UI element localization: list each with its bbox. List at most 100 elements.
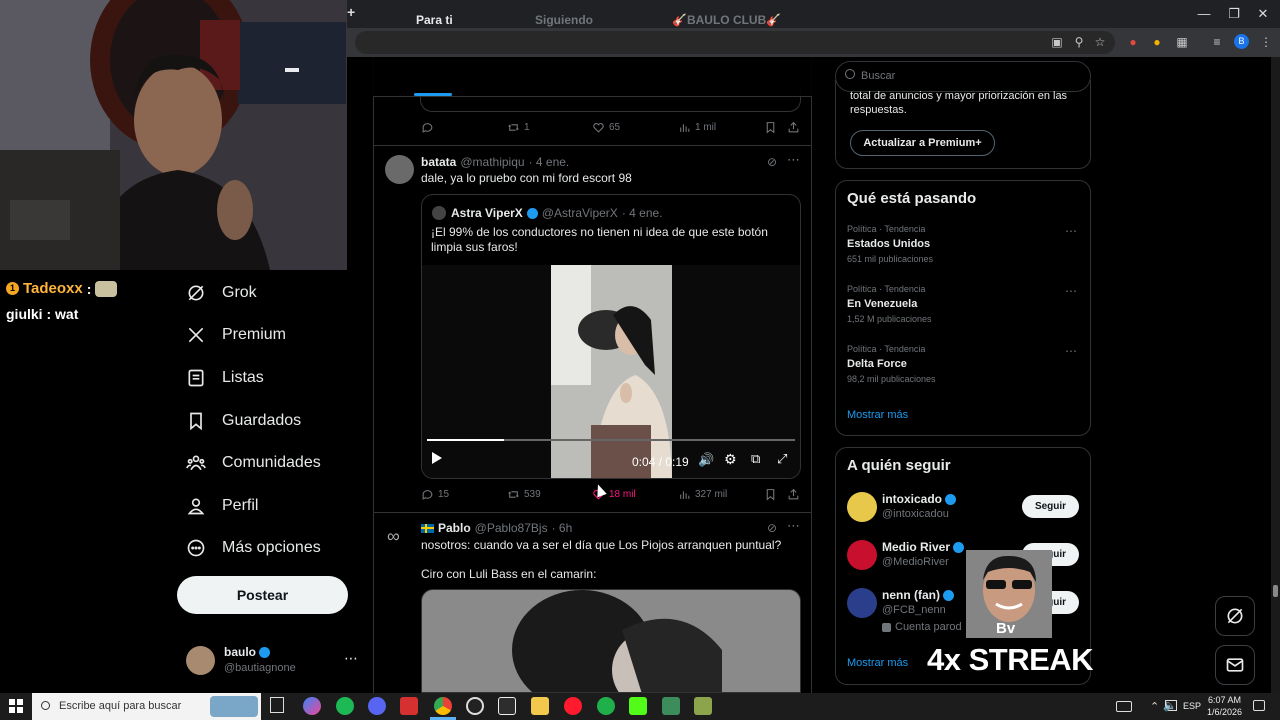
notifications-icon[interactable]: [1253, 700, 1265, 711]
post-time[interactable]: · 6h: [552, 521, 573, 535]
keyboard-icon[interactable]: [1116, 701, 1132, 712]
trend-item[interactable]: Política · Tendencia Estados Unidos 651 …: [847, 224, 1081, 270]
extensions-puzzle-icon[interactable]: ▦: [1174, 34, 1190, 50]
volume-icon[interactable]: 🔊: [698, 452, 714, 468]
upgrade-premium-button[interactable]: Actualizar a Premium+: [850, 130, 995, 156]
windows-start-icon[interactable]: [9, 699, 23, 713]
zoom-icon[interactable]: ⚲: [1071, 34, 1087, 50]
opera-icon[interactable]: [564, 697, 582, 715]
author-name[interactable]: batata: [421, 155, 456, 169]
nav-guardados[interactable]: Guardados: [186, 401, 301, 441]
volume-icon[interactable]: 🔈: [1163, 699, 1177, 712]
clock-date[interactable]: 1/6/2026: [1207, 707, 1242, 717]
follow-suggestion[interactable]: intoxicado @intoxicadou Seguir: [847, 491, 1081, 525]
trend-item[interactable]: Política · Tendencia Delta Force 98,2 mi…: [847, 344, 1081, 390]
verified-badge-icon: [259, 646, 270, 658]
copilot-icon[interactable]: [303, 697, 321, 715]
tab-para-ti[interactable]: Para ti: [416, 13, 453, 27]
like-button[interactable]: 65: [592, 121, 620, 134]
app-stack-icon[interactable]: [662, 697, 680, 715]
file-explorer-icon[interactable]: [531, 697, 549, 715]
post-media[interactable]: [421, 589, 801, 693]
grok-floating-button[interactable]: [1215, 596, 1255, 636]
more-dots-icon[interactable]: ⋯: [1065, 224, 1077, 238]
nav-listas[interactable]: Listas: [186, 358, 264, 398]
page-scrollbar[interactable]: [1271, 57, 1280, 693]
spotify-icon[interactable]: [336, 697, 354, 715]
post-button[interactable]: Postear: [177, 576, 348, 614]
show-more-link[interactable]: Mostrar más: [847, 657, 908, 669]
quoted-post[interactable]: Astra ViperX @AstraViperX · 4 ene. ¡El 9…: [421, 194, 801, 479]
kick-icon[interactable]: [629, 697, 647, 715]
tab-baulo-club[interactable]: 🎸BAULO CLUB🎸: [672, 13, 781, 27]
messages-floating-button[interactable]: [1215, 645, 1255, 685]
share-button[interactable]: [787, 488, 800, 501]
repost-button[interactable]: 1: [507, 121, 530, 134]
reply-button[interactable]: 15: [421, 488, 449, 501]
app-olive-icon[interactable]: [694, 697, 712, 715]
reply-button[interactable]: [421, 121, 434, 134]
taskbar-search[interactable]: Escribe aquí para buscar: [32, 693, 261, 720]
video-player[interactable]: 0:04 / 0:19 🔊 ⚙ ⧉ ⤢: [422, 265, 800, 478]
reading-list-icon[interactable]: ≡: [1209, 34, 1225, 50]
nav-mas-opciones[interactable]: Más opciones: [186, 528, 321, 568]
clock-time[interactable]: 6:07 AM: [1208, 695, 1241, 705]
app-dark-icon[interactable]: [498, 697, 516, 715]
chrome-menu-icon[interactable]: ⋮: [1258, 34, 1274, 50]
views-button[interactable]: 327 mil: [678, 488, 727, 501]
views-button[interactable]: 1 mil: [678, 121, 716, 134]
task-view-icon[interactable]: [270, 697, 284, 713]
more-dots-icon[interactable]: ⋯: [344, 650, 358, 667]
more-dots-icon[interactable]: ⋯: [1065, 344, 1077, 358]
share-button[interactable]: [787, 121, 800, 134]
show-more-link[interactable]: Mostrar más: [847, 409, 908, 421]
minimize-icon[interactable]: —: [1189, 4, 1219, 24]
discord-icon[interactable]: [368, 697, 386, 715]
language-indicator[interactable]: ESP: [1183, 701, 1201, 711]
extension-color-icon[interactable]: ●: [1149, 34, 1165, 50]
bookmark-button[interactable]: [764, 121, 777, 134]
more-dots-icon[interactable]: ⋯: [787, 518, 800, 534]
nav-comunidades[interactable]: Comunidades: [186, 443, 321, 483]
extension-red-icon[interactable]: ●: [1125, 34, 1141, 50]
chevron-up-icon[interactable]: ⌃: [1150, 700, 1159, 713]
play-icon[interactable]: [432, 452, 442, 464]
avatar[interactable]: ∞: [387, 526, 413, 546]
repost-button[interactable]: 539: [507, 488, 541, 501]
nav-perfil[interactable]: Perfil: [186, 486, 258, 526]
settings-gear-icon[interactable]: ⚙: [724, 451, 737, 468]
trend-category: Política · Tendencia: [847, 344, 926, 354]
app-red-icon[interactable]: [400, 697, 418, 715]
profile-avatar-icon[interactable]: B: [1234, 34, 1249, 49]
author-name[interactable]: Pablo: [438, 521, 471, 535]
follow-button[interactable]: Seguir: [1022, 495, 1079, 518]
trend-item[interactable]: Política · Tendencia En Venezuela 1,52 M…: [847, 284, 1081, 330]
address-bar[interactable]: [355, 31, 1115, 54]
grok-post-icon[interactable]: ⊘: [767, 521, 777, 535]
bookmark-button[interactable]: [764, 488, 777, 501]
nav-grok[interactable]: Grok: [186, 273, 257, 313]
install-app-icon[interactable]: ▣: [1049, 34, 1065, 50]
fullscreen-icon[interactable]: ⤢: [777, 451, 787, 467]
author-handle[interactable]: @Pablo87Bjs: [475, 521, 548, 535]
new-tab-button[interactable]: +: [347, 4, 361, 22]
close-icon[interactable]: ✕: [1248, 4, 1278, 24]
obs-icon[interactable]: [466, 697, 484, 715]
quoted-post-time: · 4 ene.: [621, 206, 663, 220]
app-green-icon[interactable]: [597, 697, 615, 715]
more-dots-icon[interactable]: ⋯: [1065, 284, 1077, 298]
scrollbar-thumb[interactable]: [1273, 585, 1278, 597]
pip-icon[interactable]: ⧉: [751, 451, 760, 467]
nav-premium[interactable]: Premium: [186, 315, 286, 355]
chrome-icon[interactable]: [434, 697, 452, 715]
author-handle[interactable]: @mathipiqu: [460, 155, 524, 169]
tab-siguiendo[interactable]: Siguiendo: [535, 13, 593, 27]
post-time[interactable]: · 4 ene.: [529, 155, 570, 169]
grok-post-icon[interactable]: ⊘: [767, 155, 777, 169]
more-dots-icon[interactable]: ⋯: [787, 152, 800, 168]
account-switcher[interactable]: baulo @bautiagnone ⋯: [186, 644, 362, 678]
avatar[interactable]: [385, 155, 414, 184]
restore-icon[interactable]: ❐: [1219, 4, 1249, 24]
video-progress-track[interactable]: [427, 439, 795, 441]
star-icon[interactable]: ☆: [1092, 34, 1108, 50]
